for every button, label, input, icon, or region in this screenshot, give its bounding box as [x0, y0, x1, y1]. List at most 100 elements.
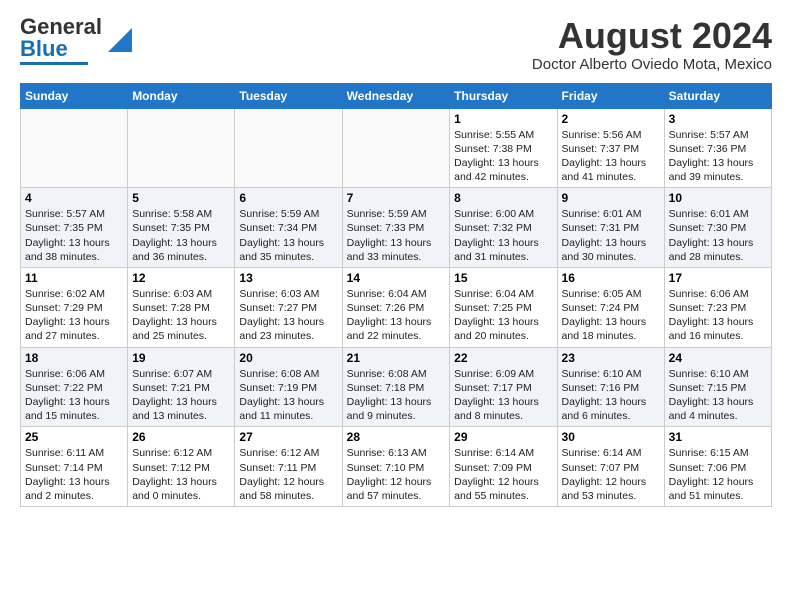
day-number: 14	[347, 271, 446, 285]
calendar-cell: 24 Sunrise: 6:10 AM Sunset: 7:15 PM Dayli…	[664, 347, 771, 427]
day-number: 12	[132, 271, 230, 285]
day-info: Sunrise: 6:01 AM Sunset: 7:31 PM Dayligh…	[562, 208, 647, 263]
calendar-cell: 9 Sunrise: 6:01 AM Sunset: 7:31 PM Daylig…	[557, 188, 664, 268]
calendar-cell	[128, 108, 235, 188]
day-info: Sunrise: 6:10 AM Sunset: 7:16 PM Dayligh…	[562, 368, 647, 423]
calendar-cell: 21 Sunrise: 6:08 AM Sunset: 7:18 PM Dayli…	[342, 347, 450, 427]
calendar-cell: 19 Sunrise: 6:07 AM Sunset: 7:21 PM Dayli…	[128, 347, 235, 427]
calendar-day-header: Sunday	[21, 83, 128, 108]
day-info: Sunrise: 6:04 AM Sunset: 7:25 PM Dayligh…	[454, 288, 539, 343]
calendar-cell: 29 Sunrise: 6:14 AM Sunset: 7:09 PM Dayli…	[450, 427, 557, 507]
calendar-table: SundayMondayTuesdayWednesdayThursdayFrid…	[20, 83, 772, 507]
day-number: 17	[669, 271, 767, 285]
calendar-cell: 23Sunrise: 6:10 AM Sunset: 7:16 PM Dayli…	[557, 347, 664, 427]
calendar-week-row: 18 Sunrise: 6:06 AM Sunset: 7:22 PM Dayli…	[21, 347, 772, 427]
day-number: 7	[347, 191, 446, 205]
calendar-week-row: 11 Sunrise: 6:02 AM Sunset: 7:29 PM Dayli…	[21, 267, 772, 347]
calendar-cell: 30 Sunrise: 6:14 AM Sunset: 7:07 PM Dayli…	[557, 427, 664, 507]
day-info: Sunrise: 5:59 AM Sunset: 7:34 PM Dayligh…	[239, 208, 324, 263]
day-info: Sunrise: 6:08 AM Sunset: 7:18 PM Dayligh…	[347, 368, 432, 423]
day-number: 24	[669, 351, 767, 365]
logo-text: GeneralBlue	[20, 16, 102, 60]
day-info: Sunrise: 6:05 AM Sunset: 7:24 PM Dayligh…	[562, 288, 647, 343]
calendar-cell: 8 Sunrise: 6:00 AM Sunset: 7:32 PM Daylig…	[450, 188, 557, 268]
day-number: 18	[25, 351, 123, 365]
calendar-cell: 16 Sunrise: 6:05 AM Sunset: 7:24 PM Dayli…	[557, 267, 664, 347]
calendar-cell: 13 Sunrise: 6:03 AM Sunset: 7:27 PM Dayli…	[235, 267, 342, 347]
day-number: 16	[562, 271, 660, 285]
day-info: Sunrise: 6:08 AM Sunset: 7:19 PM Dayligh…	[239, 368, 324, 423]
day-info: Sunrise: 6:00 AM Sunset: 7:32 PM Dayligh…	[454, 208, 539, 263]
calendar-cell: 2 Sunrise: 5:56 AM Sunset: 7:37 PM Daylig…	[557, 108, 664, 188]
day-number: 13	[239, 271, 337, 285]
calendar-day-header: Friday	[557, 83, 664, 108]
calendar-day-header: Tuesday	[235, 83, 342, 108]
month-year-title: August 2024	[532, 16, 772, 56]
day-info: Sunrise: 6:13 AM Sunset: 7:10 PM Dayligh…	[347, 447, 432, 502]
day-info: Sunrise: 6:11 AM Sunset: 7:14 PM Dayligh…	[25, 447, 110, 502]
day-number: 4	[25, 191, 123, 205]
calendar-cell: 17 Sunrise: 6:06 AM Sunset: 7:23 PM Dayli…	[664, 267, 771, 347]
day-info: Sunrise: 5:59 AM Sunset: 7:33 PM Dayligh…	[347, 208, 432, 263]
day-number: 5	[132, 191, 230, 205]
logo-icon	[104, 28, 132, 56]
calendar-week-row: 25 Sunrise: 6:11 AM Sunset: 7:14 PM Dayli…	[21, 427, 772, 507]
calendar-cell: 22Sunrise: 6:09 AM Sunset: 7:17 PM Dayli…	[450, 347, 557, 427]
day-number: 9	[562, 191, 660, 205]
calendar-cell: 25 Sunrise: 6:11 AM Sunset: 7:14 PM Dayli…	[21, 427, 128, 507]
calendar-cell: 11 Sunrise: 6:02 AM Sunset: 7:29 PM Dayli…	[21, 267, 128, 347]
day-info: Sunrise: 6:07 AM Sunset: 7:21 PM Dayligh…	[132, 368, 217, 423]
calendar-day-header: Saturday	[664, 83, 771, 108]
day-number: 29	[454, 430, 552, 444]
day-number: 3	[669, 112, 767, 126]
calendar-day-header: Wednesday	[342, 83, 450, 108]
day-info: Sunrise: 6:14 AM Sunset: 7:07 PM Dayligh…	[562, 447, 647, 502]
day-info: Sunrise: 5:58 AM Sunset: 7:35 PM Dayligh…	[132, 208, 217, 263]
day-info: Sunrise: 5:57 AM Sunset: 7:35 PM Dayligh…	[25, 208, 110, 263]
calendar-cell: 4 Sunrise: 5:57 AM Sunset: 7:35 PM Daylig…	[21, 188, 128, 268]
day-info: Sunrise: 6:02 AM Sunset: 7:29 PM Dayligh…	[25, 288, 110, 343]
day-info: Sunrise: 6:06 AM Sunset: 7:22 PM Dayligh…	[25, 368, 110, 423]
day-info: Sunrise: 6:12 AM Sunset: 7:12 PM Dayligh…	[132, 447, 217, 502]
day-info: Sunrise: 6:12 AM Sunset: 7:11 PM Dayligh…	[239, 447, 324, 502]
day-number: 19	[132, 351, 230, 365]
day-info: Sunrise: 6:01 AM Sunset: 7:30 PM Dayligh…	[669, 208, 754, 263]
page-header: GeneralBlue August 2024 Doctor Alberto O…	[20, 16, 772, 73]
day-number: 10	[669, 191, 767, 205]
day-number: 20	[239, 351, 337, 365]
day-number: 28	[347, 430, 446, 444]
day-number: 15	[454, 271, 552, 285]
title-area: August 2024 Doctor Alberto Oviedo Mota, …	[532, 16, 772, 73]
day-number: 30	[562, 430, 660, 444]
day-number: 1	[454, 112, 552, 126]
calendar-cell: 15 Sunrise: 6:04 AM Sunset: 7:25 PM Dayli…	[450, 267, 557, 347]
day-info: Sunrise: 5:56 AM Sunset: 7:37 PM Dayligh…	[562, 129, 647, 184]
location-subtitle: Doctor Alberto Oviedo Mota, Mexico	[532, 56, 772, 73]
calendar-cell: 1 Sunrise: 5:55 AM Sunset: 7:38 PM Daylig…	[450, 108, 557, 188]
calendar-cell: 26Sunrise: 6:12 AM Sunset: 7:12 PM Dayli…	[128, 427, 235, 507]
calendar-week-row: 1 Sunrise: 5:55 AM Sunset: 7:38 PM Daylig…	[21, 108, 772, 188]
calendar-week-row: 4 Sunrise: 5:57 AM Sunset: 7:35 PM Daylig…	[21, 188, 772, 268]
calendar-cell: 14Sunrise: 6:04 AM Sunset: 7:26 PM Dayli…	[342, 267, 450, 347]
day-info: Sunrise: 6:14 AM Sunset: 7:09 PM Dayligh…	[454, 447, 539, 502]
day-number: 11	[25, 271, 123, 285]
day-number: 8	[454, 191, 552, 205]
day-number: 27	[239, 430, 337, 444]
calendar-cell	[21, 108, 128, 188]
day-number: 21	[347, 351, 446, 365]
day-info: Sunrise: 5:57 AM Sunset: 7:36 PM Dayligh…	[669, 129, 754, 184]
day-number: 25	[25, 430, 123, 444]
day-info: Sunrise: 6:03 AM Sunset: 7:27 PM Dayligh…	[239, 288, 324, 343]
day-number: 2	[562, 112, 660, 126]
calendar-body: 1 Sunrise: 5:55 AM Sunset: 7:38 PM Daylig…	[21, 108, 772, 506]
calendar-cell: 31Sunrise: 6:15 AM Sunset: 7:06 PM Dayli…	[664, 427, 771, 507]
day-number: 22	[454, 351, 552, 365]
day-number: 6	[239, 191, 337, 205]
calendar-header-row: SundayMondayTuesdayWednesdayThursdayFrid…	[21, 83, 772, 108]
day-info: Sunrise: 6:03 AM Sunset: 7:28 PM Dayligh…	[132, 288, 217, 343]
calendar-cell: 3 Sunrise: 5:57 AM Sunset: 7:36 PM Daylig…	[664, 108, 771, 188]
calendar-day-header: Monday	[128, 83, 235, 108]
day-info: Sunrise: 6:06 AM Sunset: 7:23 PM Dayligh…	[669, 288, 754, 343]
day-info: Sunrise: 6:10 AM Sunset: 7:15 PM Dayligh…	[669, 368, 754, 423]
day-info: Sunrise: 5:55 AM Sunset: 7:38 PM Dayligh…	[454, 129, 539, 184]
